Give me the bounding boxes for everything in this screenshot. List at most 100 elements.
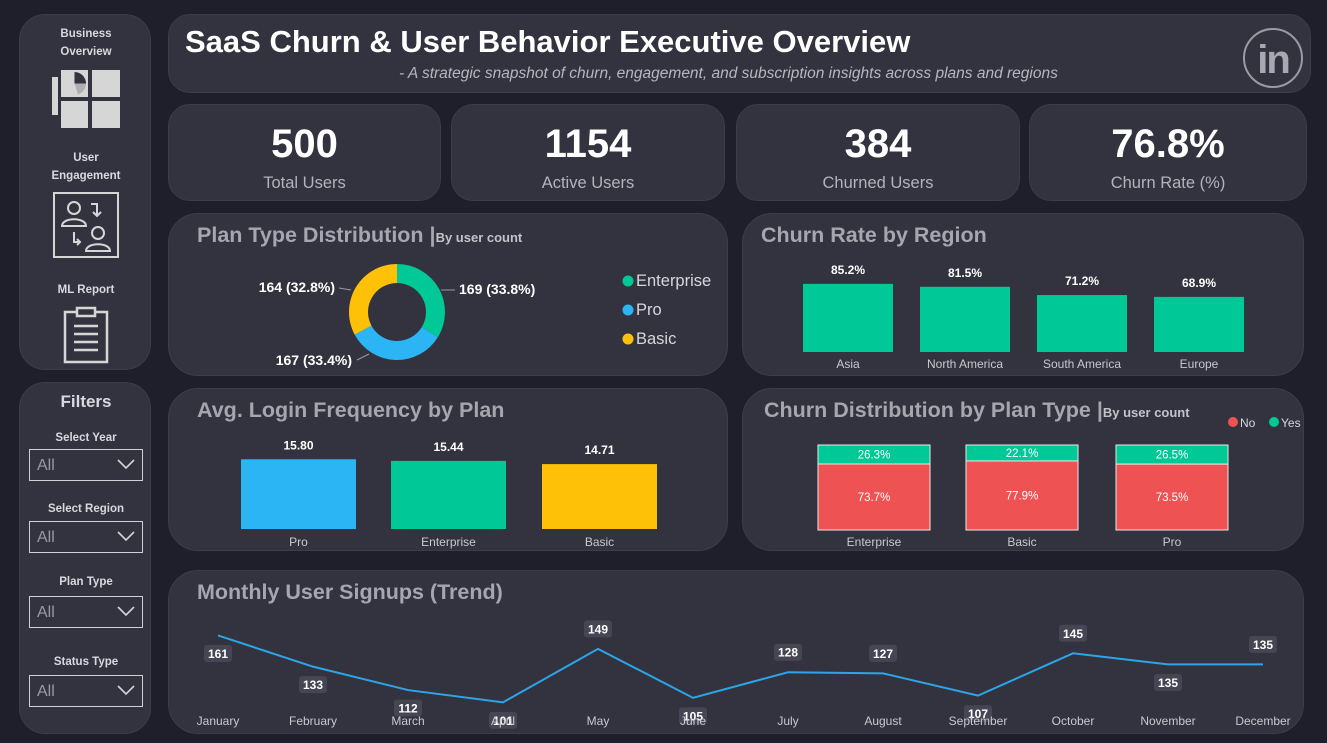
legend-label: No [1240, 416, 1256, 430]
kpi-churned-users: 384 Churned Users [736, 104, 1020, 201]
x-tick-label: Pro [1163, 535, 1182, 549]
plan-select-value: All [37, 604, 55, 621]
bar-data-label: 81.5% [948, 266, 982, 280]
signups-line-chart: 161January133February112March 101April149… [197, 620, 1291, 729]
nav-label: Business [60, 28, 112, 40]
x-tick-label: Enterprise [847, 535, 902, 549]
nav-label: ML Report [57, 284, 115, 296]
point-data-label: 127 [873, 647, 893, 661]
page-title: SaaS Churn & User Behavior Executive Ove… [185, 24, 911, 59]
x-tick-label: South America [1043, 357, 1121, 371]
kpi-value: 1154 [544, 122, 632, 166]
nav-label: Overview [60, 46, 112, 58]
legend-marker-pro [622, 304, 634, 316]
kpi-active-users: 1154 Active Users [451, 104, 725, 201]
nav-ml-report[interactable]: ML Report [20, 281, 152, 364]
monthly-signups-card: Monthly User Signups (Trend) 161 January 1… [168, 570, 1304, 734]
nav-user-engagement[interactable]: User Engagement [20, 149, 152, 258]
filters-title: Filters [60, 392, 112, 411]
chevron-down-icon [117, 685, 135, 696]
kpi-label: Active Users [541, 174, 635, 192]
nav-label: User [73, 152, 99, 164]
filter-status-label: Status Type [53, 656, 119, 668]
x-tick-label: April [491, 714, 515, 728]
x-tick-label: North America [927, 357, 1003, 371]
point-data-label: 161 [208, 647, 228, 661]
login-bar-enterprise [391, 460, 506, 529]
segment-data-label: 77.9% [1006, 490, 1039, 502]
legend-label: Basic [636, 330, 676, 348]
bar-data-label: 85.2% [831, 263, 865, 277]
region-bar [1037, 295, 1127, 352]
x-tick-label: August [864, 714, 902, 728]
bar-data-label: 14.71 [584, 443, 614, 457]
page-subtitle: - A strategic snapshot of churn, engagem… [399, 65, 1058, 82]
point-data-label: 135 [1158, 676, 1178, 690]
donut-data-label: 169 (33.8%) [459, 281, 535, 297]
chevron-down-icon [117, 531, 135, 542]
filter-year-label: Select Year [55, 432, 117, 444]
point-data-label: 135 [1253, 638, 1273, 652]
users-icon [53, 192, 119, 258]
segment-data-label: 26.5% [1156, 450, 1189, 462]
legend-marker-no [1228, 417, 1238, 427]
x-tick-label: Pro [289, 535, 308, 549]
region-bar [803, 283, 893, 352]
x-tick-label: June [680, 714, 706, 728]
linkedin-icon[interactable]: in [1243, 28, 1303, 88]
plan-donut-chart: 169 (33.8%) 167 (33.4%) 164 (32.8%) Enterpr… [259, 264, 711, 368]
bar-data-label: 15.44 [433, 440, 463, 454]
region-select-value: All [37, 529, 55, 546]
x-tick-label: October [1052, 714, 1095, 728]
x-tick-label: Europe [1180, 357, 1219, 371]
kpi-label: Total Users [263, 174, 346, 192]
region-select[interactable]: All [29, 521, 143, 553]
region-bar-chart: 85.2% Asia 81.5% North America 71.2% South Am… [803, 263, 1244, 371]
x-tick-label: Enterprise [421, 535, 476, 549]
legend-label: Enterprise [636, 272, 711, 290]
nav-label: Engagement [51, 170, 121, 182]
chevron-down-icon [117, 459, 135, 470]
year-select-value: All [37, 457, 55, 474]
header-banner: SaaS Churn & User Behavior Executive Ove… [168, 14, 1311, 93]
kpi-value: 384 [844, 122, 912, 166]
x-tick-label: November [1140, 714, 1195, 728]
legend-marker-enterprise [622, 275, 634, 287]
filter-region-label: Select Region [47, 503, 125, 515]
bar-data-label: 15.80 [283, 438, 313, 452]
kpi-total-users: 500 Total Users [168, 104, 441, 201]
donut-leader-line [356, 353, 370, 361]
status-select[interactable]: All [29, 675, 143, 707]
donut-slice-basic [349, 264, 397, 335]
login-frequency-card: Avg. Login Frequency by Plan 15.80 Pro 15.… [168, 388, 728, 551]
kpi-value: 76.8% [1111, 122, 1225, 166]
x-tick-label: September [949, 714, 1008, 728]
year-select[interactable]: All [29, 449, 143, 481]
segment-data-label: 26.3% [858, 450, 891, 462]
filters-panel: Filters Select Year All Select Region Al… [19, 382, 151, 734]
legend-label: Pro [636, 301, 662, 319]
plan-select[interactable]: All [29, 596, 143, 628]
donut-data-label: 164 (32.8%) [259, 279, 335, 295]
x-tick-label: Basic [1007, 535, 1036, 549]
point-data-label: 145 [1063, 627, 1083, 641]
churn-distribution-card: Churn Distribution by Plan Type |By user… [742, 388, 1304, 551]
x-tick-label: January [197, 714, 240, 728]
segment-data-label: 22.1% [1006, 448, 1039, 460]
chevron-down-icon [117, 606, 135, 617]
x-tick-label: March [391, 714, 424, 728]
x-tick-label: December [1235, 714, 1290, 728]
x-tick-label: May [587, 714, 610, 728]
x-tick-label: Basic [585, 535, 614, 549]
x-tick-label: Asia [836, 357, 860, 371]
nav-business-overview[interactable]: Business Overview [20, 25, 152, 130]
segment-data-label: 73.7% [858, 492, 891, 504]
donut-leader-line [338, 287, 352, 291]
kpi-value: 500 [271, 122, 338, 166]
clipboard-icon [63, 306, 109, 364]
bar-data-label: 71.2% [1065, 274, 1099, 288]
x-tick-label: February [289, 714, 337, 728]
linkedin-logo-text: in [1257, 38, 1291, 82]
login-bar-pro [241, 459, 356, 529]
signups-line [217, 634, 1263, 704]
